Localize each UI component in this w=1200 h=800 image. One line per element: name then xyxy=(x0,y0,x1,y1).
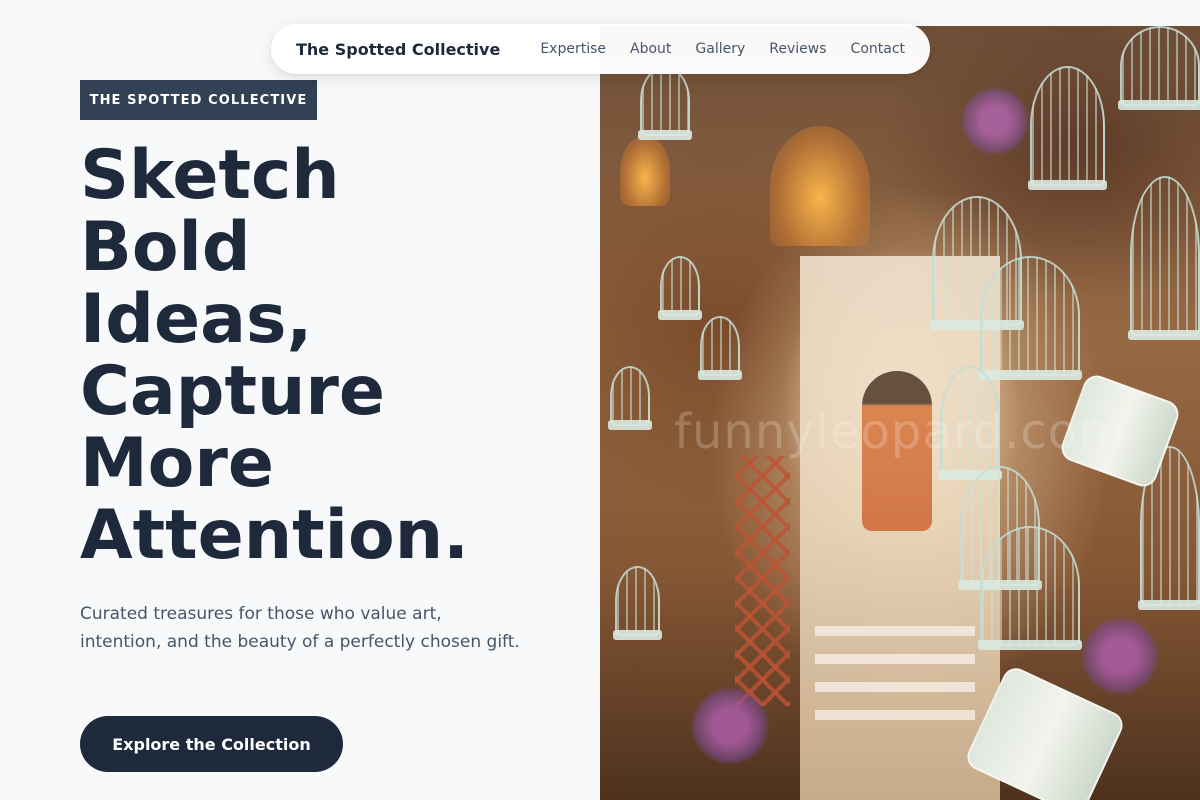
hanging-lamp xyxy=(770,126,870,246)
birdcage xyxy=(658,256,702,320)
nav-link-expertise[interactable]: Expertise xyxy=(540,41,606,57)
flower-cluster xyxy=(960,86,1030,156)
headline-line: Attention. xyxy=(80,496,469,575)
birdcage xyxy=(1118,26,1200,110)
birdcage xyxy=(978,526,1082,650)
headline-line: More xyxy=(80,424,275,503)
explore-collection-button[interactable]: Explore the Collection xyxy=(80,716,343,772)
nav-brand[interactable]: The Spotted Collective xyxy=(296,40,500,59)
brand-badge: THE SPOTTED COLLECTIVE xyxy=(80,80,317,120)
flower-cluster xyxy=(1080,616,1160,696)
lattice-panel xyxy=(735,456,790,706)
white-bench xyxy=(815,626,975,726)
headline-line: Ideas, xyxy=(80,280,313,359)
hero-headline: Sketch Bold Ideas, Capture More Attentio… xyxy=(80,140,580,572)
hanging-lamp xyxy=(620,136,670,206)
hero-image: funnyleopard.com xyxy=(600,26,1200,800)
birdcage xyxy=(698,316,742,380)
flower-cluster xyxy=(690,686,770,766)
birdcage xyxy=(613,566,662,640)
nav-link-gallery[interactable]: Gallery xyxy=(695,41,745,57)
birdcage xyxy=(1028,66,1107,190)
birdcage xyxy=(638,66,692,140)
image-watermark: funnyleopard.com xyxy=(674,404,1126,460)
top-navigation: The Spotted Collective Expertise About G… xyxy=(271,24,930,74)
headline-line: Sketch xyxy=(80,136,340,215)
headline-line: Capture xyxy=(80,352,386,431)
nav-link-reviews[interactable]: Reviews xyxy=(769,41,826,57)
hero-subtitle: Curated treasures for those who value ar… xyxy=(80,604,520,652)
nav-link-about[interactable]: About xyxy=(630,41,671,57)
nav-link-contact[interactable]: Contact xyxy=(851,41,905,57)
nav-links: Expertise About Gallery Reviews Contact xyxy=(540,41,905,57)
headline-line: Bold xyxy=(80,208,251,287)
birdcage xyxy=(978,256,1082,380)
birdcage xyxy=(1128,176,1200,340)
